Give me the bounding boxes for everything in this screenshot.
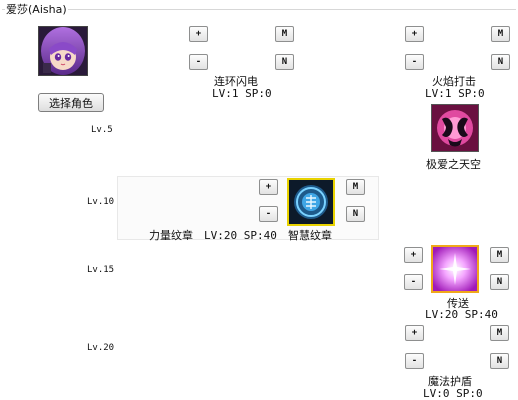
magic-shield-minus-button[interactable]: - <box>405 353 424 369</box>
magic-shield-max-button[interactable]: M <box>490 325 509 341</box>
sparkle-icon <box>433 247 477 291</box>
select-character-button[interactable]: 选择角色 <box>38 93 104 112</box>
emblem-icon <box>289 180 333 224</box>
chain-lightning-plus-button[interactable]: + <box>189 26 208 42</box>
power-emblem-stats: LV:20 SP:40 <box>204 229 277 242</box>
chain-lightning-none-button[interactable]: N <box>275 54 294 70</box>
level-label-10: Lv.10 <box>87 197 115 207</box>
fire-strike-stats: LV:1 SP:0 <box>425 87 485 100</box>
magic-shield-none-button[interactable]: N <box>490 353 509 369</box>
ultimate-skill-icon[interactable] <box>431 104 479 152</box>
power-emblem-name: 力量纹章 <box>149 229 193 242</box>
teleport-minus-button[interactable]: - <box>404 274 423 290</box>
aisha-portrait-icon <box>39 27 87 75</box>
fire-strike-none-button[interactable]: N <box>491 54 510 70</box>
wisdom-emblem-icon[interactable] <box>287 178 335 226</box>
power-emblem-minus-button[interactable]: - <box>259 206 278 222</box>
wisdom-emblem-none-button[interactable]: N <box>346 206 365 222</box>
chain-lightning-minus-button[interactable]: - <box>189 54 208 70</box>
character-portrait <box>38 26 88 76</box>
chain-lightning-max-button[interactable]: M <box>275 26 294 42</box>
wisdom-emblem-max-button[interactable]: M <box>346 179 365 195</box>
teleport-stats: LV:20 SP:40 <box>425 308 498 321</box>
teleport-max-button[interactable]: M <box>490 247 509 263</box>
teleport-plus-button[interactable]: + <box>404 247 423 263</box>
fire-strike-minus-button[interactable]: - <box>405 54 424 70</box>
fire-strike-max-button[interactable]: M <box>491 26 510 42</box>
chain-lightning-stats: LV:1 SP:0 <box>212 87 272 100</box>
wisdom-emblem-name: 智慧纹章 <box>288 229 332 242</box>
dark-wings-icon <box>432 105 478 151</box>
level-label-15: Lv.15 <box>87 265 115 275</box>
magic-shield-stats: LV:0 SP:0 <box>423 387 483 400</box>
group-title: 爱莎(Aisha) <box>5 1 68 17</box>
magic-shield-plus-button[interactable]: + <box>405 325 424 341</box>
teleport-none-button[interactable]: N <box>490 274 509 290</box>
level-label-5: Lv.5 <box>91 125 113 135</box>
level-label-20: Lv.20 <box>87 343 115 353</box>
fire-strike-plus-button[interactable]: + <box>405 26 424 42</box>
power-emblem-plus-button[interactable]: + <box>259 179 278 195</box>
ultimate-skill-name: 极爱之天空 <box>426 158 481 171</box>
teleport-skill-icon[interactable] <box>431 245 479 293</box>
